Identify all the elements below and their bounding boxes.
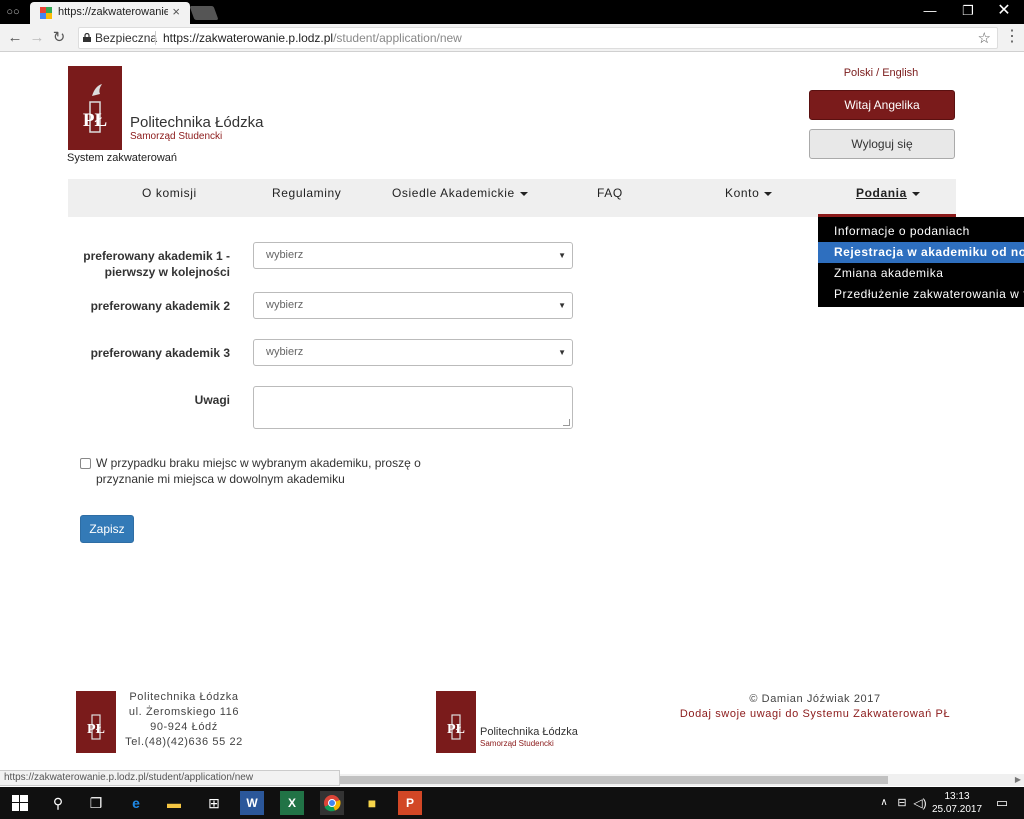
nav-item-regulaminy[interactable]: Regulaminy — [272, 179, 341, 217]
separator — [155, 31, 156, 45]
any-dorm-checkbox[interactable] — [80, 458, 91, 469]
scrollbar-thumb[interactable] — [340, 776, 888, 784]
windows-taskbar: ⚲ ❐ e ▬ ⊞ W X ■ P ∧ ⊟ ◁) 13:13 25.07.201… — [0, 787, 1024, 819]
task-view-icon[interactable]: ❐ — [84, 791, 108, 815]
nav-item-faq[interactable]: FAQ — [597, 179, 623, 217]
university-logo[interactable]: PŁ Politechnika Łódzka Samorząd Studenck… — [68, 66, 263, 150]
dropdown-item-zmiana[interactable]: Zmiana akademika — [818, 263, 1024, 284]
horizontal-scrollbar[interactable]: ▶ — [340, 774, 1024, 786]
reload-icon[interactable]: ↻ — [50, 29, 68, 47]
edge-icon[interactable]: e — [124, 791, 148, 815]
chrome-logo-icon — [324, 795, 341, 812]
logo-subtitle: Samorząd Studencki — [130, 131, 223, 142]
dropdown-item-przedluzenie[interactable]: Przedłużenie zakwaterowania w tym samym — [818, 284, 1024, 305]
sticky-notes-icon[interactable]: ■ — [360, 791, 384, 815]
podania-dropdown-menu: Informacje o podaniach Rejestracja w aka… — [818, 217, 1024, 307]
footer-copyright: © Damian Jóźwiak 2017 — [749, 693, 881, 705]
welcome-button[interactable]: Witaj Angelika — [809, 90, 955, 120]
pref1-label: preferowany akademik 1 - pierwszy w kole… — [83, 249, 230, 279]
dropdown-item-rejestracja[interactable]: Rejestracja w akademiku od nowa — [818, 242, 1024, 263]
incognito-icon: ○○ — [6, 6, 20, 18]
footer-logo-emblem: PŁ — [76, 691, 116, 753]
windows-logo-icon — [12, 795, 28, 811]
footer-copyright-block: © Damian Jóźwiak 2017 Dodaj swoje uwagi … — [670, 692, 960, 722]
taskbar-clock[interactable]: 13:13 25.07.2017 — [930, 790, 984, 816]
footer-brand-monogram: PŁ — [447, 722, 465, 737]
volume-icon[interactable]: ◁) — [908, 791, 932, 815]
select-arrow-icon: ▼ — [558, 301, 566, 310]
save-button[interactable]: Zapisz — [80, 515, 134, 543]
caret-down-icon — [764, 191, 773, 196]
nav-item-konto[interactable]: Konto — [725, 179, 773, 217]
powerpoint-icon[interactable]: P — [398, 791, 422, 815]
select-arrow-icon: ▼ — [558, 348, 566, 357]
address-bar[interactable]: Bezpieczna https://zakwaterowanie.p.lodz… — [78, 27, 998, 49]
bookmark-star-icon[interactable]: ☆ — [978, 29, 991, 47]
select-arrow-icon: ▼ — [558, 251, 566, 260]
resize-grip-icon[interactable] — [563, 419, 570, 426]
logo-monogram: PŁ — [83, 110, 107, 131]
close-tab-icon[interactable]: × — [172, 4, 180, 19]
back-icon[interactable]: ← — [6, 29, 24, 47]
excel-icon[interactable]: X — [280, 791, 304, 815]
any-dorm-checkbox-label[interactable]: W przypadku braku miejsc w wybranym akad… — [96, 455, 426, 487]
url-text[interactable]: https://zakwaterowanie.p.lodz.pl/student… — [163, 31, 462, 45]
search-icon[interactable]: ⚲ — [46, 791, 70, 815]
tab-title: https://zakwaterowanie.p — [58, 6, 168, 18]
logout-button[interactable]: Wyloguj się — [809, 129, 955, 159]
forward-icon[interactable]: → — [28, 29, 46, 47]
nav-item-o-komisji[interactable]: O komisji — [142, 179, 197, 217]
word-icon[interactable]: W — [240, 791, 264, 815]
feedback-link[interactable]: Dodaj swoje uwagi do Systemu Zakwaterowa… — [670, 707, 960, 722]
browser-title-bar: ○○ https://zakwaterowanie.p × — ❐ ✕ — [0, 0, 1024, 24]
chrome-icon[interactable] — [320, 791, 344, 815]
url-path: /student/application/new — [333, 31, 462, 45]
logo-title: Politechnika Łódzka — [130, 114, 264, 131]
lock-icon — [83, 33, 91, 42]
status-bar: https://zakwaterowanie.p.lodz.pl/student… — [0, 770, 340, 786]
browser-tab[interactable]: https://zakwaterowanie.p × — [30, 2, 190, 24]
language-switcher[interactable]: Polski / English — [820, 67, 942, 79]
footer-brand-emblem-icon: PŁ — [447, 714, 465, 740]
store-icon[interactable]: ⊞ — [202, 791, 226, 815]
pref3-label: preferowany akademik 3 — [90, 346, 230, 360]
main-navbar: O komisji Regulaminy Osiedle Akademickie… — [68, 179, 956, 217]
notifications-icon[interactable]: ▭ — [990, 791, 1014, 815]
system-label: System zakwaterowań — [67, 152, 178, 164]
scroll-right-icon[interactable]: ▶ — [1015, 774, 1021, 786]
file-explorer-icon[interactable]: ▬ — [162, 791, 186, 815]
notes-textarea[interactable] — [253, 386, 573, 429]
pref1-select[interactable]: wybierz ▼ — [253, 242, 573, 269]
favicon-icon — [40, 7, 52, 19]
footer-brand-emblem: PŁ — [436, 691, 476, 753]
browser-menu-icon[interactable]: ⋮ — [1004, 28, 1020, 48]
footer-monogram: PŁ — [87, 722, 105, 737]
address-toolbar: ← → ↻ Bezpieczna https://zakwaterowanie.… — [0, 24, 1024, 52]
pref3-select[interactable]: wybierz ▼ — [253, 339, 573, 366]
footer-address: Politechnika Łódzka ul. Żeromskiego 116 … — [125, 691, 243, 748]
footer-emblem-icon: PŁ — [87, 714, 105, 740]
caret-down-icon — [519, 191, 528, 196]
dropdown-item-informacje[interactable]: Informacje o podaniach — [818, 221, 1024, 242]
caret-down-icon — [911, 191, 920, 196]
notes-label: Uwagi — [194, 393, 230, 407]
restore-icon[interactable]: ❐ — [950, 2, 986, 22]
footer-brand-subtitle: Samorząd Studencki — [480, 739, 554, 748]
start-icon[interactable] — [8, 791, 32, 815]
logo-emblem-icon: PŁ — [83, 84, 107, 133]
nav-item-podania[interactable]: Podania — [856, 179, 920, 217]
logo-emblem: PŁ — [68, 66, 122, 150]
close-window-icon[interactable]: ✕ — [986, 2, 1022, 22]
pref2-select[interactable]: wybierz ▼ — [253, 292, 573, 319]
minimize-icon[interactable]: — — [912, 2, 948, 22]
secure-label: Bezpieczna — [95, 31, 158, 45]
pref2-label: preferowany akademik 2 — [90, 299, 230, 313]
url-main: https://zakwaterowanie.p.lodz.pl — [163, 31, 334, 45]
footer-brand-title: Politechnika Łódzka — [480, 726, 578, 738]
nav-item-osiedle[interactable]: Osiedle Akademickie — [392, 179, 528, 217]
new-tab-button[interactable] — [189, 6, 219, 20]
